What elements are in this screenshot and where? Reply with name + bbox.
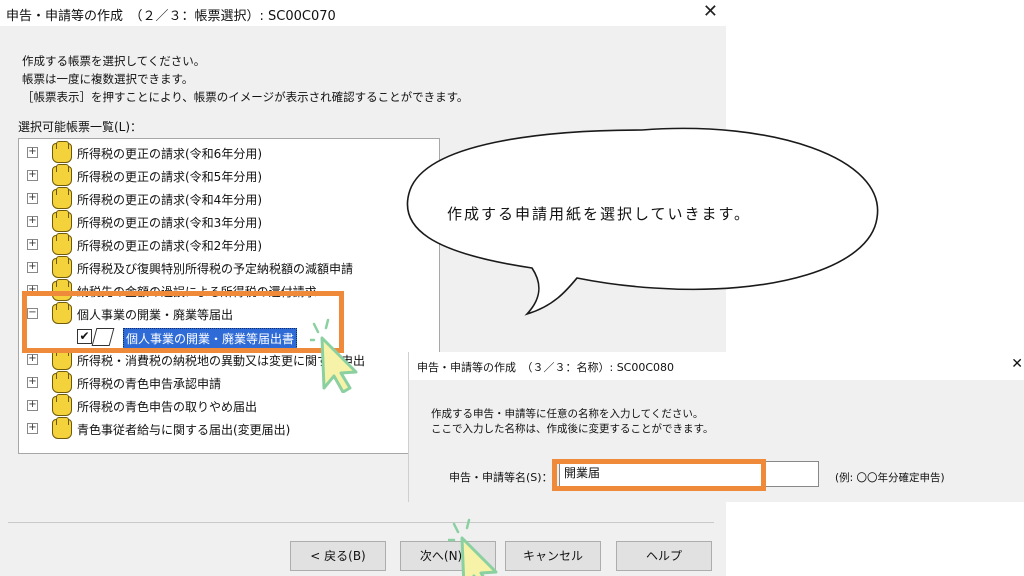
bubble-text: 作成する申請用紙を選択していきます。 [447,205,752,223]
expand-icon[interactable]: + [27,170,38,181]
expand-icon[interactable]: + [27,216,38,227]
dialog-title-bar: 申告・申請等の作成 （２／３：帳票選択）: SC00C070 ✕ [0,0,726,26]
tree-item[interactable]: + 所得税の青色申告の取りやめ届出 [19,394,439,417]
expand-icon[interactable]: + [27,147,38,158]
hand-folder-icon [52,417,72,439]
dialog-title: 申告・申請等の作成 （３／３：名称）: SC00C080 [417,361,675,374]
tree-item-label: 所得税の青色申告の取りやめ届出 [77,400,258,414]
dialog-title-bar: 申告・申請等の作成 （３／３：名称）: SC00C080 ✕ [409,352,1024,380]
tree-item-label: 所得税及び復興特別所得税の予定納税額の減額申請 [77,262,354,276]
tree-item-label: 所得税の更正の請求(令和5年分用) [77,170,262,184]
instruction-line: 作成する申告・申請等に任意の名称を入力してください。 [431,408,704,420]
tree-item-label: 所得税の更正の請求(令和3年分用) [77,216,262,230]
tree-item-label: 所得税の更正の請求(令和2年分用) [77,239,262,253]
tree-item-label: 青色事従者給与に関する届出(変更届出) [77,423,291,437]
tree-item[interactable]: + 所得税の更正の請求(令和3年分用) [19,210,439,233]
hand-folder-icon [52,348,72,370]
tree-item[interactable]: + 所得税の青色申告承認申請 [19,371,439,394]
expand-icon[interactable]: + [27,193,38,204]
instruction-line: ここで入力した名称は、作成後に変更することができます。 [431,423,714,435]
instructions: 作成する申告・申請等に任意の名称を入力してください。 ここで入力した名称は、作成… [431,407,713,437]
hand-folder-icon [52,210,72,232]
hand-folder-icon [52,233,72,255]
hand-folder-icon [52,164,72,186]
expand-icon[interactable]: + [27,377,38,388]
name-label: 申告・申請等名(S)： [449,471,553,484]
dialog-title: 申告・申請等の作成 （２／３：帳票選択）: SC00C070 [6,9,336,24]
tree-item-label: 所得税の更正の請求(令和4年分用) [77,193,262,207]
cancel-button[interactable]: キャンセル [505,541,601,571]
tree-item[interactable]: + 所得税の更正の請求(令和2年分用) [19,233,439,256]
hand-folder-icon [52,394,72,416]
hand-folder-icon [52,371,72,393]
hand-folder-icon [52,187,72,209]
expand-icon[interactable]: + [27,400,38,411]
instruction-line: 帳票は一度に複数選択できます。 [22,72,194,86]
tree-item-label: 所得税の更正の請求(令和6年分用) [77,147,262,161]
help-button[interactable]: ヘルプ [616,541,712,571]
instructions: 作成する帳票を選択してください。 帳票は一度に複数選択できます。 ［帳票表示］を… [22,52,468,106]
pointer-cursor-icon [310,318,358,393]
instruction-line: ［帳票表示］を押すことにより、帳票のイメージが表示され確認することができます。 [22,90,469,104]
back-button[interactable]: < 戻る(B) [290,541,386,571]
tree-item[interactable]: + 所得税の更正の請求(令和5年分用) [19,164,439,187]
highlight-box [22,291,344,353]
expand-icon[interactable]: + [27,262,38,273]
tree-item-label: 所得税の青色申告承認申請 [77,377,222,391]
expand-icon[interactable]: + [27,423,38,434]
tree-item[interactable]: + 青色事従者給与に関する届出(変更届出) [19,417,439,440]
tree-item[interactable]: + 所得税及び復興特別所得税の予定納税額の減額申請 [19,256,439,279]
hand-folder-icon [52,256,72,278]
instruction-line: 作成する帳票を選択してください。 [22,54,206,68]
close-icon[interactable]: ✕ [1011,356,1023,372]
name-example-hint: (例: 〇〇年分確定申告) [835,472,945,484]
hand-folder-icon [52,141,72,163]
list-label: 選択可能帳票一覧(L)： [18,120,143,134]
expand-icon[interactable]: + [27,354,38,365]
separator [8,522,714,523]
tree-item[interactable]: + 所得税の更正の請求(令和4年分用) [19,187,439,210]
expand-icon[interactable]: + [27,239,38,250]
tree-item[interactable]: + 所得税の更正の請求(令和6年分用) [19,141,439,164]
close-icon[interactable]: ✕ [703,1,718,22]
pointer-cursor-icon [448,518,498,576]
highlight-box [552,459,766,491]
